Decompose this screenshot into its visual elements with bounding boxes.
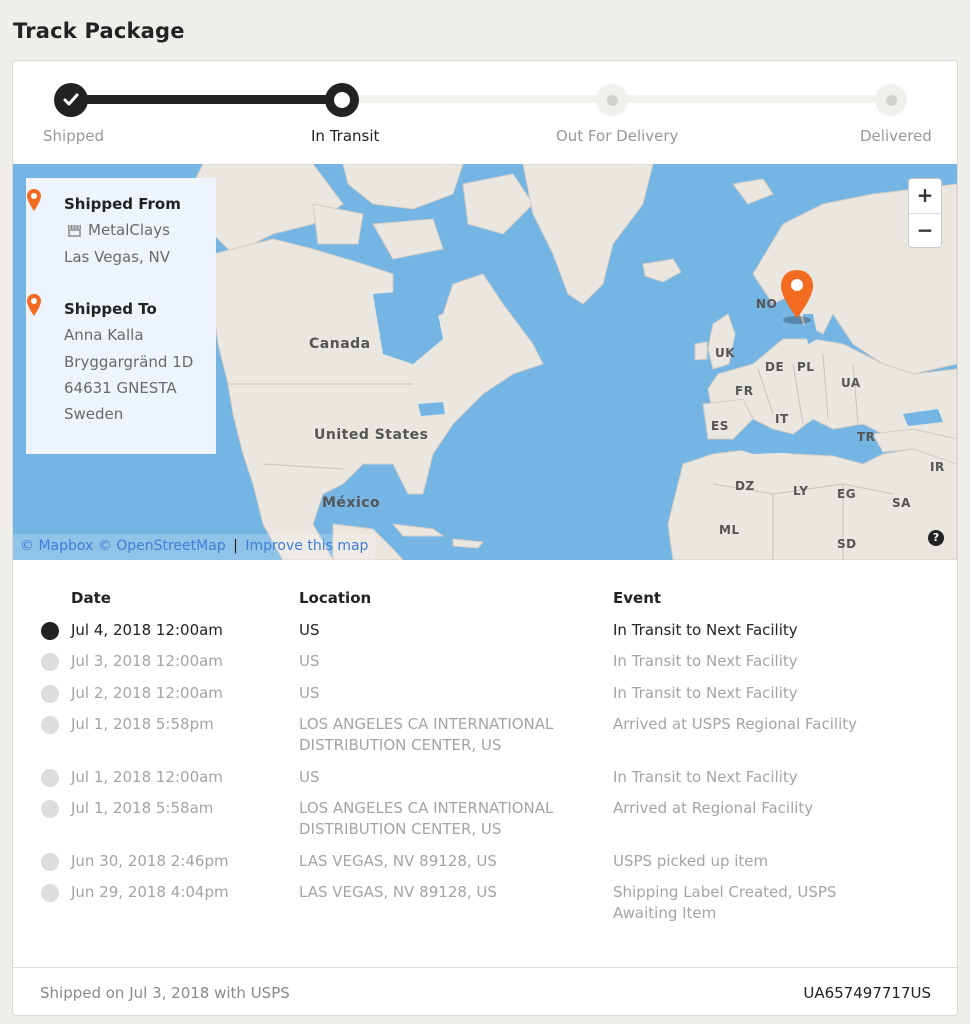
- shipped-from-store: MetalClays: [88, 221, 170, 239]
- map-label-mexico: México: [322, 495, 381, 511]
- row-location: US: [299, 621, 320, 639]
- step-out-for-delivery-node: [596, 84, 628, 116]
- row-event: In Transit to Next Facility: [613, 621, 798, 639]
- address-panel: Shipped From MetalClays Las Vegas, NV Sh…: [26, 178, 216, 454]
- map-label-ml: ML: [719, 523, 740, 537]
- map-help-button[interactable]: ?: [928, 530, 944, 546]
- row-date: Jun 29, 2018 4:04pm: [71, 883, 229, 901]
- map-attribution: © Mapbox © OpenStreetMap | Improve this …: [13, 534, 376, 560]
- shipment-map[interactable]: Canada United States México NO UK DE PL …: [13, 164, 957, 560]
- row-status-dot: [41, 884, 59, 902]
- row-date: Jul 1, 2018 5:58am: [71, 799, 214, 817]
- step-label-out-for-delivery: Out For Delivery: [556, 127, 679, 145]
- row-date: Jul 1, 2018 5:58pm: [71, 715, 214, 733]
- row-event: In Transit to Next Facility: [613, 652, 798, 670]
- origin-pin-icon: [27, 189, 41, 211]
- map-label-eg: EG: [837, 487, 857, 501]
- row-location: LAS VEGAS, NV 89128, US: [299, 852, 497, 870]
- map-label-no: NO: [756, 297, 778, 311]
- row-status-dot: [41, 769, 59, 787]
- mapbox-link[interactable]: © Mapbox: [20, 538, 93, 554]
- row-date: Jul 3, 2018 12:00am: [71, 652, 223, 670]
- map-label-united-states: United States: [314, 427, 429, 443]
- shipped-to-country: Sweden: [64, 405, 124, 423]
- row-location: US: [299, 652, 320, 670]
- row-date: Jul 2, 2018 12:00am: [71, 684, 223, 702]
- map-label-canada: Canada: [309, 336, 371, 352]
- store-icon: [68, 225, 81, 237]
- shipped-to-street: Bryggargränd 1D: [64, 353, 194, 371]
- destination-small-pin-icon: [27, 294, 41, 316]
- row-event: Arrived at USPS Regional Facility: [613, 715, 857, 733]
- row-status-dot: [41, 653, 59, 671]
- shipped-to-heading: Shipped To: [64, 300, 157, 318]
- zoom-out-button[interactable]: −: [909, 213, 941, 247]
- row-status-dot: [41, 622, 59, 640]
- shipped-to-postal: 64631 GNESTA: [64, 379, 177, 397]
- improve-map-link[interactable]: Improve this map: [245, 538, 368, 554]
- row-location: US: [299, 768, 320, 786]
- map-label-sd: SD: [837, 537, 857, 551]
- row-event: USPS picked up item: [613, 852, 769, 870]
- row-event: In Transit to Next Facility: [613, 768, 798, 786]
- map-label-es: ES: [711, 419, 729, 433]
- step-label-delivered: Delivered: [860, 127, 932, 145]
- zoom-in-button[interactable]: +: [909, 179, 941, 213]
- tracking-card: Shipped In Transit Out For Delivery Deli…: [12, 60, 958, 1016]
- map-label-de: DE: [765, 360, 785, 374]
- map-label-dz: DZ: [735, 479, 755, 493]
- row-status-dot: [41, 685, 59, 703]
- map-label-ly: LY: [793, 484, 809, 498]
- map-label-fr: FR: [735, 384, 754, 398]
- row-event: In Transit to Next Facility: [613, 684, 798, 702]
- step-delivered-node: [875, 84, 907, 116]
- attribution-separator: |: [233, 538, 238, 554]
- row-date: Jul 4, 2018 12:00am: [71, 621, 223, 639]
- destination-pin-icon[interactable]: [779, 268, 815, 324]
- row-status-dot: [41, 853, 59, 871]
- map-label-ua: UA: [841, 376, 861, 390]
- row-status-dot: [41, 716, 59, 734]
- map-label-pl: PL: [797, 360, 815, 374]
- shipped-on-text: Shipped on Jul 3, 2018 with USPS: [40, 984, 290, 1002]
- shipped-from-heading: Shipped From: [64, 195, 181, 213]
- map-label-ir: IR: [930, 460, 945, 474]
- progress-tracker: Shipped In Transit Out For Delivery Deli…: [13, 61, 957, 164]
- step-in-transit-node: [325, 83, 359, 117]
- header-event: Event: [613, 589, 662, 607]
- row-event: Shipping Label Created, USPS Awaiting It…: [613, 883, 837, 922]
- card-footer: Shipped on Jul 3, 2018 with USPS UA65749…: [13, 967, 957, 1015]
- row-date: Jun 30, 2018 2:46pm: [71, 852, 229, 870]
- step-shipped-node: [54, 83, 88, 117]
- map-label-sa: SA: [892, 496, 911, 510]
- row-location: LAS VEGAS, NV 89128, US: [299, 883, 497, 901]
- progress-fill: [71, 95, 343, 104]
- row-event: Arrived at Regional Facility: [613, 799, 814, 817]
- tracking-number[interactable]: UA657497717US: [803, 984, 931, 1002]
- zoom-control: + −: [908, 178, 942, 248]
- header-date: Date: [71, 589, 111, 607]
- step-label-shipped: Shipped: [43, 127, 104, 145]
- shipped-to-name: Anna Kalla: [64, 326, 144, 344]
- map-label-uk: UK: [715, 346, 736, 360]
- header-location: Location: [299, 589, 372, 607]
- row-location: LOS ANGELES CA INTERNATIONAL DISTRIBUTIO…: [299, 715, 554, 754]
- row-status-dot: [41, 800, 59, 818]
- map-label-it: IT: [775, 412, 789, 426]
- row-location: US: [299, 684, 320, 702]
- step-label-in-transit: In Transit: [311, 127, 380, 145]
- checkmark-icon: [63, 93, 79, 106]
- osm-link[interactable]: © OpenStreetMap: [98, 538, 226, 554]
- row-date: Jul 1, 2018 12:00am: [71, 768, 223, 786]
- shipped-from-city: Las Vegas, NV: [64, 248, 171, 266]
- map-label-tr: TR: [857, 430, 876, 444]
- row-location: LOS ANGELES CA INTERNATIONAL DISTRIBUTIO…: [299, 799, 554, 838]
- page-title: Track Package: [13, 19, 185, 43]
